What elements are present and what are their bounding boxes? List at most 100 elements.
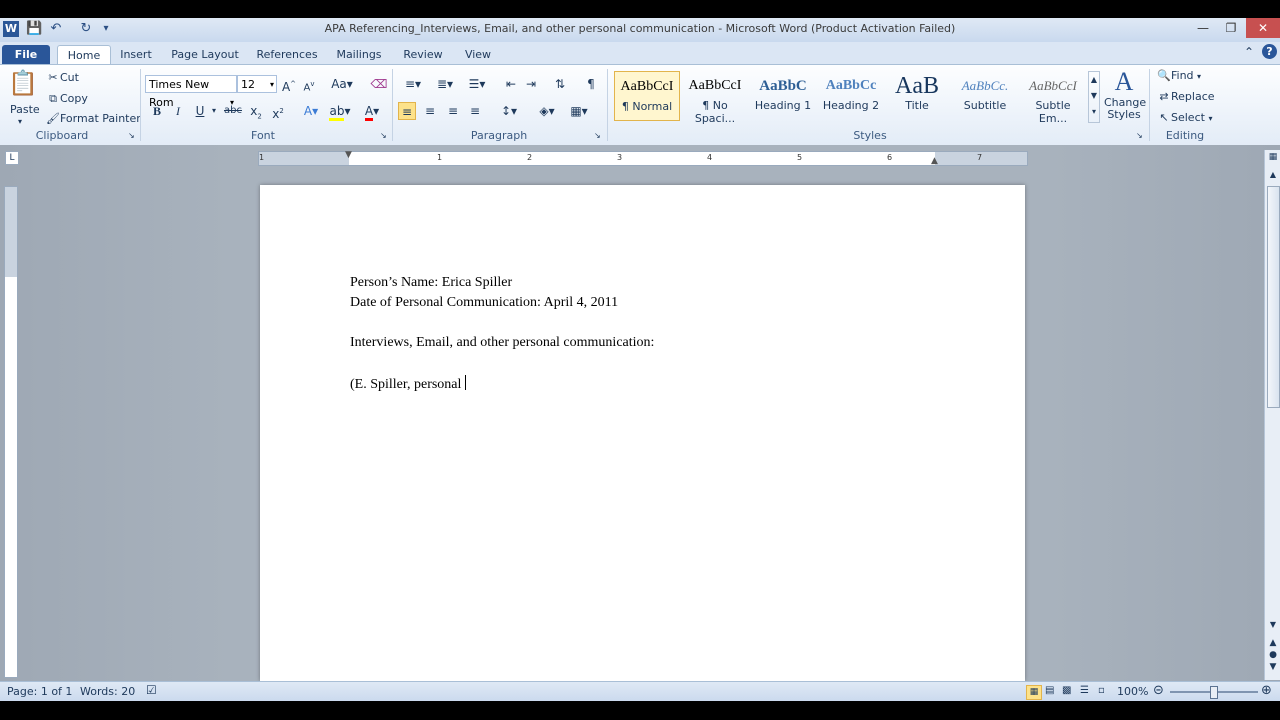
tab-mailings[interactable]: Mailings [332,45,386,64]
full-screen-reading-icon[interactable]: ▤ [1045,685,1054,696]
paste-button[interactable]: Paste [10,103,40,116]
styles-gallery-scroll[interactable]: ▲ ▼ ▾ [1088,71,1100,123]
draft-icon[interactable]: ▫ [1098,685,1105,696]
tab-selector-icon[interactable]: L [5,151,19,165]
style-normal[interactable]: AaBbCcI ¶ Normal [614,71,680,121]
strikethrough-icon[interactable]: abc [224,102,242,120]
previous-page-icon[interactable]: ▲ [1267,638,1279,650]
replace-button[interactable]: ⇄ Replace [1157,90,1214,104]
style-no-spacing[interactable]: AaBbCcI ¶ No Spaci... [682,71,748,125]
customize-qat-icon[interactable]: ▾ [98,21,114,37]
align-center-icon[interactable]: ≡ [421,102,439,120]
bullets-icon[interactable]: ≡▾ [400,75,426,93]
style-heading-1[interactable]: AaBbC Heading 1 [750,71,816,121]
close-button[interactable]: ✕ [1246,18,1280,38]
justify-icon[interactable]: ≡ [466,102,484,120]
bold-icon[interactable]: B [148,102,166,120]
align-left-icon[interactable]: ≡ [398,102,416,120]
clipboard-launcher-icon[interactable]: ↘ [128,131,135,140]
multilevel-list-icon[interactable]: ☰▾ [464,75,490,93]
ruler-number: 6 [887,153,893,162]
word-app-icon[interactable]: W [3,21,19,37]
zoom-out-icon[interactable]: ⊝ [1153,683,1164,698]
doc-line-citation: (E. Spiller, personal [350,375,467,393]
scroll-up-icon[interactable]: ▲ [1267,170,1279,182]
indent-marker-icon[interactable]: ▼ [345,150,352,160]
word-count[interactable]: Words: 20 [80,685,135,698]
superscript-icon[interactable]: x2 [269,102,287,121]
tab-references[interactable]: References [254,45,320,64]
change-styles-button[interactable]: A Change Styles [1104,67,1146,121]
scrollbar-thumb[interactable] [1267,186,1280,408]
right-indent-marker-icon[interactable]: ▲ [931,156,938,166]
vertical-scrollbar[interactable]: ▦ ▲ ▼ ▲ ● ▼ [1264,150,1280,680]
tab-home[interactable]: Home [57,45,111,65]
tab-page-layout[interactable]: Page Layout [168,45,242,64]
decrease-indent-icon[interactable]: ⇤ [502,75,520,93]
zoom-level[interactable]: 100% [1117,685,1148,698]
font-launcher-icon[interactable]: ↘ [380,131,387,140]
select-button[interactable]: ↖ Select ▾ [1157,111,1212,125]
proofing-icon[interactable]: ☑ [146,683,157,697]
find-label: Find [1171,69,1194,82]
tab-file[interactable]: File [2,45,50,64]
find-button[interactable]: 🔍Find ▾ [1157,69,1201,83]
restore-button[interactable]: ❐ [1218,18,1244,38]
horizontal-ruler[interactable]: 1 1 2 3 4 5 6 7 ▼ ▲ [258,150,1028,166]
vertical-ruler[interactable] [4,186,18,678]
tab-insert[interactable]: Insert [116,45,156,64]
document-page[interactable]: Person’s Name: Erica Spiller Date of Per… [260,185,1025,681]
shrink-font-icon[interactable]: Av [300,75,318,93]
grow-font-icon[interactable]: A^ [280,75,298,94]
highlight-color-icon[interactable]: ab▾ [328,102,352,121]
text-effects-icon[interactable]: A▾ [299,102,323,120]
paste-icon[interactable]: 📋 [8,69,38,105]
next-page-icon[interactable]: ▼ [1267,662,1279,674]
underline-icon[interactable]: U [191,102,209,120]
minimize-button[interactable]: — [1190,18,1216,38]
styles-launcher-icon[interactable]: ↘ [1136,131,1143,140]
undo-icon[interactable]: ↶ [48,21,64,37]
cut-button[interactable]: ✂ Cut [46,71,79,85]
print-layout-icon[interactable]: ▦ [1026,685,1042,700]
paragraph-launcher-icon[interactable]: ↘ [594,131,601,140]
numbering-icon[interactable]: ≣▾ [432,75,458,93]
paste-dropdown-icon[interactable]: ▾ [18,117,22,126]
page-count[interactable]: Page: 1 of 1 [7,685,72,698]
align-right-icon[interactable]: ≡ [444,102,462,120]
style-title[interactable]: AaB Title [884,71,950,121]
change-case-icon[interactable]: Aa▾ [330,75,354,93]
subscript-icon[interactable]: x2 [247,102,265,120]
copy-button[interactable]: ⧉ Copy [46,92,88,106]
style-heading-2[interactable]: AaBbCc Heading 2 [818,71,884,121]
zoom-in-icon[interactable]: ⊕ [1261,683,1272,698]
sort-icon[interactable]: ⇅ [551,75,569,93]
borders-icon[interactable]: ▦▾ [566,102,592,120]
style-subtitle[interactable]: AaBbCc. Subtitle [952,71,1018,121]
redo-icon[interactable]: ↻ [78,21,94,37]
browse-object-icon[interactable]: ● [1267,650,1279,662]
tab-review[interactable]: Review [398,45,448,64]
line-spacing-icon[interactable]: ↕▾ [496,102,522,120]
minimize-ribbon-icon[interactable]: ⌃ [1244,45,1254,59]
tab-view[interactable]: View [458,45,498,64]
zoom-slider-thumb[interactable] [1210,686,1218,699]
increase-indent-icon[interactable]: ⇥ [522,75,540,93]
shading-icon[interactable]: ◈▾ [534,102,560,120]
view-ruler-icon[interactable]: ▦ [1267,152,1279,166]
clear-formatting-icon[interactable]: ⌫ [370,75,388,93]
style-subtle-emphasis[interactable]: AaBbCcI Subtle Em... [1020,71,1086,125]
font-name-combo[interactable]: Times New Rom ▾ [145,75,237,109]
web-layout-icon[interactable]: ▩ [1062,685,1071,696]
save-icon[interactable]: 💾 [26,21,42,37]
binoculars-icon: 🔍 [1157,69,1171,82]
format-painter-button[interactable]: 🖌Format Painter [46,112,141,126]
scroll-down-icon[interactable]: ▼ [1267,620,1279,632]
font-size-combo[interactable]: 12 ▾ [237,75,277,93]
italic-icon[interactable]: I [169,102,187,120]
outline-icon[interactable]: ☰ [1080,685,1089,696]
underline-dropdown-icon[interactable]: ▾ [209,102,219,120]
font-color-icon[interactable]: A▾ [360,102,384,121]
help-icon[interactable]: ? [1262,44,1277,59]
show-hide-marks-icon[interactable]: ¶ [582,75,600,93]
